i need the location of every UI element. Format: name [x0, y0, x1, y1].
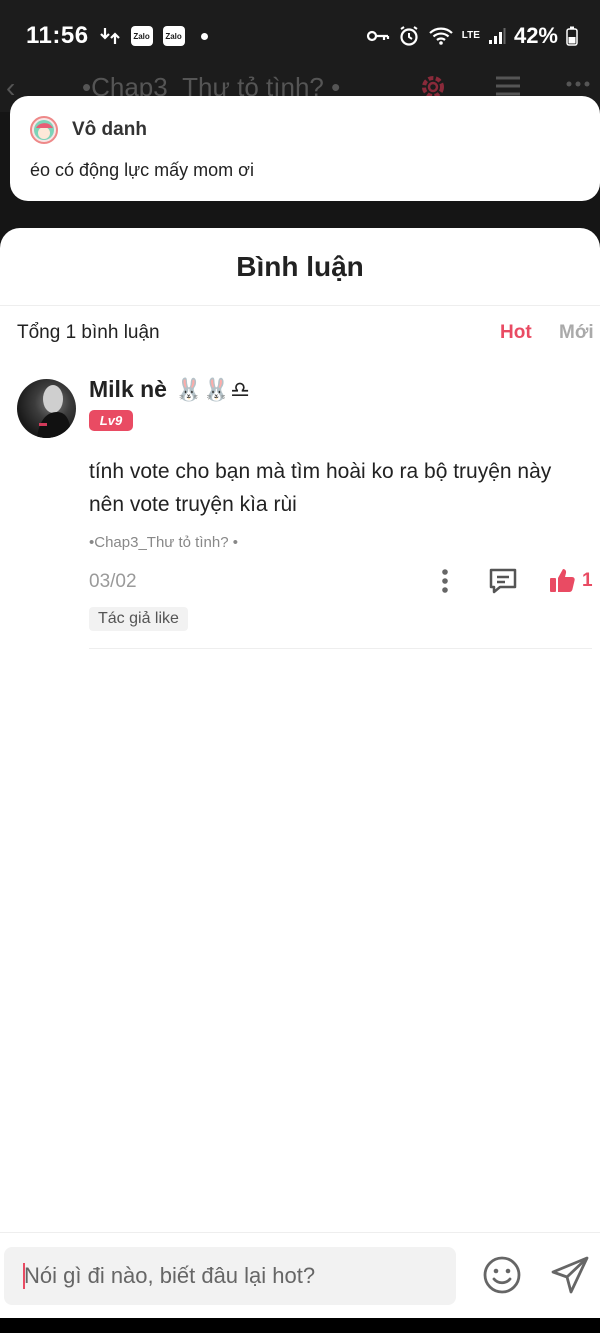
text-caret [23, 1263, 25, 1289]
send-icon[interactable] [550, 1255, 590, 1295]
zalo-icon: Zalo [130, 26, 153, 46]
sort-hot-tab[interactable]: Hot [500, 322, 532, 344]
comment-username-text: Milk nè [89, 376, 167, 402]
transfer-icon [99, 28, 120, 44]
battery-icon [566, 26, 578, 46]
author-like-badge: Tác giả like [89, 607, 188, 631]
notification-dot [200, 32, 208, 40]
reply-icon[interactable] [488, 567, 518, 595]
comment-chapter[interactable]: •Chap3_Thư tỏ tình? • [89, 534, 238, 551]
comments-sheet: Bình luận Tổng 1 bình luận Hot Mới Milk … [0, 228, 600, 1318]
comment-input-bar [0, 1232, 600, 1318]
battery-percent: 42% [513, 23, 558, 48]
more-vertical-icon[interactable] [434, 568, 456, 596]
status-right: LTE 42% [366, 23, 578, 49]
thumbs-up-icon [550, 569, 575, 592]
network-type: LTE [461, 30, 480, 41]
comment-username[interactable]: Milk nè 🐰🐰♎ [89, 376, 250, 403]
notification-card[interactable]: Vô danh éo có động lực mấy mom ơi [10, 96, 600, 201]
like-button[interactable]: 1 [548, 567, 593, 595]
more-icon[interactable] [566, 80, 590, 88]
alarm-icon [400, 26, 418, 46]
level-badge: Lv9 [89, 410, 133, 431]
avatar[interactable] [17, 379, 76, 438]
notification-message: éo có động lực mấy mom ơi [30, 160, 254, 180]
notification-header: Vô danh [30, 116, 580, 144]
wifi-icon [429, 27, 453, 45]
status-bar: 11:56 Zalo Zalo LTE 42% [0, 0, 600, 72]
anon-avatar-icon [34, 120, 54, 140]
signal-icon [488, 28, 506, 44]
status-time: 11:56 [26, 22, 89, 49]
comment-text: tính vote cho bạn mà tìm hoài ko ra bộ t… [89, 460, 552, 516]
like-count: 1 [582, 570, 593, 591]
comment-input[interactable] [4, 1247, 456, 1305]
comment-count-row: Tổng 1 bình luận Hot Mới [17, 322, 594, 348]
system-nav-strip [0, 1318, 600, 1333]
user-photo-icon [37, 385, 71, 438]
comment-count: Tổng 1 bình luận [17, 322, 160, 343]
comment-date: 03/02 [89, 571, 137, 592]
back-icon[interactable]: ‹ [6, 72, 15, 104]
sheet-title: Bình luận [0, 228, 600, 306]
sort-new-tab[interactable]: Mới [559, 322, 594, 344]
username-emoji: 🐰🐰♎ [175, 377, 250, 402]
avatar [30, 116, 58, 144]
key-icon [366, 30, 389, 42]
zalo-icon: Zalo [162, 26, 185, 46]
comment-divider [89, 648, 592, 649]
emoji-icon[interactable] [482, 1255, 522, 1295]
notification-sender: Vô danh [72, 119, 147, 140]
status-left: 11:56 Zalo Zalo [26, 22, 208, 50]
